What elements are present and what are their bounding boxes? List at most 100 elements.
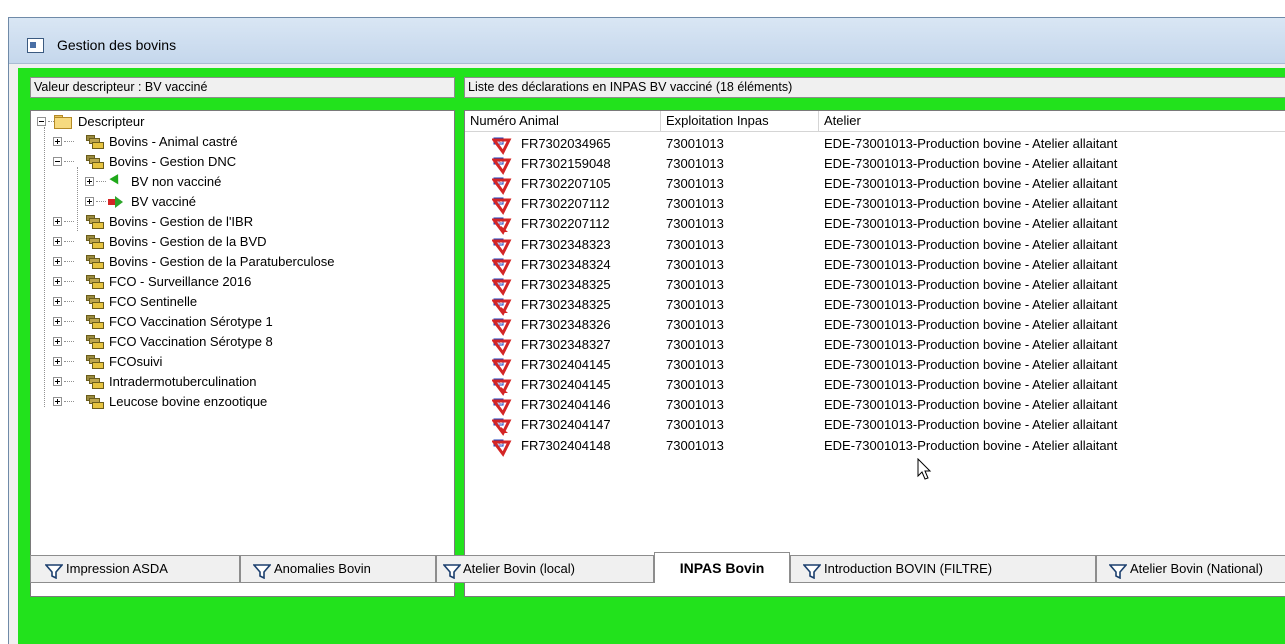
declarations-list-header: Liste des déclarations en INPAS BV vacci… [464,77,1285,98]
expand-icon[interactable] [53,217,62,226]
expand-icon[interactable] [53,397,62,406]
numero-animal-cell: FR7302207105 [521,176,611,192]
expand-icon[interactable] [85,177,94,186]
funnel-icon [1108,562,1128,580]
descriptor-group-icon [86,235,104,250]
table-row[interactable]: HC FR7302034965 73001013 EDE-73001013-Produ… [465,134,1285,155]
tree-item-label: Bovins - Animal castré [109,134,238,149]
descriptor-group-icon [86,275,104,290]
tree-connector [64,321,74,322]
table-row[interactable]: HC FR7302348325 73001013 EDE-73001013-Produ… [465,275,1285,296]
tab-impression-asda[interactable]: Impression ASDA [30,555,240,583]
exploitation-cell: 73001013 [666,136,724,151]
column-header-numero-animal[interactable]: Numéro Animal [465,111,661,132]
numero-animal-cell: FR7302348327 [521,337,611,352]
declaration-icon: HC [492,137,519,155]
collapse-icon[interactable] [53,157,62,166]
numero-animal-cell: FR7302404146 [521,397,611,413]
numero-animal-cell: FR7302404145 [521,377,611,393]
tab-atelier-bovin-local[interactable]: Atelier Bovin (local) [436,555,654,583]
descriptor-group-icon [86,255,104,270]
declaration-icon: HC [492,358,519,376]
table-row[interactable]: HC FR7302348326 73001013 EDE-73001013-Produ… [465,315,1285,336]
declaration-icon: HC [492,398,519,417]
declaration-icon: HC [492,177,519,196]
tab-bar: Impression ASDA Anomalies Bovin Atelier Bo… [18,549,1285,583]
descriptor-group-icon [86,135,104,150]
exploitation-cell: 73001013 [666,276,724,292]
numero-animal-cell: FR7302348326 [521,316,611,332]
tree-item-label: Intradermotuberculination [109,374,257,389]
descriptor-group-icon [86,355,104,370]
tree-connector [64,301,74,302]
tree-connector [64,361,74,362]
window-title: Gestion des bovins [57,37,177,53]
main-window: Gestion des bovins Valeur descripteur : … [8,17,1285,644]
atelier-cell: EDE-73001013-Production bovine - Atelier… [824,236,1118,252]
table-row[interactable]: HC FR7302348324 73001013 EDE-73001013-Produ… [465,255,1285,276]
atelier-cell: EDE-73001013-Production bovine - Atelier… [824,216,1118,232]
table-row[interactable]: HC FR7302348327 73001013 EDE-73001013-Produ… [465,335,1285,356]
table-row[interactable]: HC FR7302207112 73001013 EDE-73001013-Produ… [465,194,1285,216]
table-row[interactable]: HC FR7302404147 73001013 EDE-73001013-Produ… [465,415,1285,437]
table-row[interactable]: HC FR7302207105 73001013 EDE-73001013-Produ… [465,174,1285,196]
tree-item-label: FCO Sentinelle [109,294,198,309]
atelier-cell: EDE-73001013-Production bovine - Atelier… [824,437,1118,453]
table-row[interactable]: HC FR7302404145 73001013 EDE-73001013-Produ… [465,355,1285,376]
tree-connector [64,381,74,382]
tab-introduction-bovin-filtre[interactable]: Introduction BOVIN (FILTRE) [790,555,1096,583]
declarations-list[interactable]: Numéro Animal Exploitation Inpas Atelier… [464,110,1285,597]
table-row[interactable]: HC FR7302404146 73001013 EDE-73001013-Produ… [465,395,1285,417]
funnel-icon [442,562,462,580]
expand-icon[interactable] [85,197,94,206]
expand-icon[interactable] [53,257,62,266]
tab-anomalies-bovin[interactable]: Anomalies Bovin [240,555,436,583]
expand-icon[interactable] [53,277,62,286]
atelier-cell: EDE-73001013-Production bovine - Atelier… [824,316,1118,332]
expand-icon[interactable] [53,377,62,386]
table-row[interactable]: HC FR7302207112 73001013 EDE-73001013-Produ… [465,214,1285,236]
expand-icon[interactable] [53,357,62,366]
column-header-exploitation-inpas[interactable]: Exploitation Inpas [661,111,819,132]
table-row[interactable]: HC FR7302159048 73001013 EDE-73001013-Produ… [465,154,1285,175]
tree-item-label: Bovins - Gestion DNC [109,154,237,169]
table-row[interactable]: HC FR7302348325 73001013 EDE-73001013-Produ… [465,295,1285,316]
tab-atelier-bovin-national[interactable]: Atelier Bovin (National) [1096,555,1285,583]
tree-item-label: FCO Vaccination Sérotype 8 [109,334,273,349]
column-header-atelier[interactable]: Atelier [819,111,1285,132]
tree-connector [64,141,74,142]
collapse-icon[interactable] [37,117,46,126]
declaration-icon: HC [492,238,519,256]
tree-connector [64,341,74,342]
table-row[interactable]: HC FR7302404148 73001013 EDE-73001013-Produ… [465,436,1285,457]
table-row[interactable]: HC FR7302404145 73001013 EDE-73001013-Produ… [465,375,1285,397]
exploitation-cell: 73001013 [666,377,724,393]
tree-item-label: Bovins - Gestion de la Paratuberculose [109,254,335,269]
tree-item-label: FCOsuivi [109,354,163,369]
tab-label: Atelier Bovin (local) [463,561,575,576]
atelier-cell: EDE-73001013-Production bovine - Atelier… [824,136,1118,151]
atelier-cell: EDE-73001013-Production bovine - Atelier… [824,276,1118,292]
numero-animal-cell: FR7302348323 [521,236,611,252]
declaration-icon: HC [492,258,519,276]
descriptor-tree[interactable]: Descripteur Bovins - Animal castré Bovins … [30,110,455,597]
expand-icon[interactable] [53,237,62,246]
tree-connector [96,181,106,182]
tree-item-label: Bovins - Gestion de la BVD [109,234,267,249]
arrow-right-icon [108,196,124,208]
expand-icon[interactable] [53,317,62,326]
table-row[interactable]: HC FR7302348323 73001013 EDE-73001013-Produ… [465,235,1285,256]
descriptor-group-icon [86,215,104,230]
expand-icon[interactable] [53,137,62,146]
declaration-icon: HC [492,197,519,216]
atelier-cell: EDE-73001013-Production bovine - Atelier… [824,377,1118,393]
numero-animal-cell: FR7302159048 [521,156,611,172]
atelier-cell: EDE-73001013-Production bovine - Atelier… [824,357,1118,373]
tree-connector [64,241,74,242]
expand-icon[interactable] [53,297,62,306]
atelier-cell: EDE-73001013-Production bovine - Atelier… [824,196,1118,212]
tab-inpas-bovin[interactable]: INPAS Bovin [654,552,790,583]
mouse-cursor-icon [917,458,932,480]
atelier-cell: EDE-73001013-Production bovine - Atelier… [824,397,1118,413]
expand-icon[interactable] [53,337,62,346]
